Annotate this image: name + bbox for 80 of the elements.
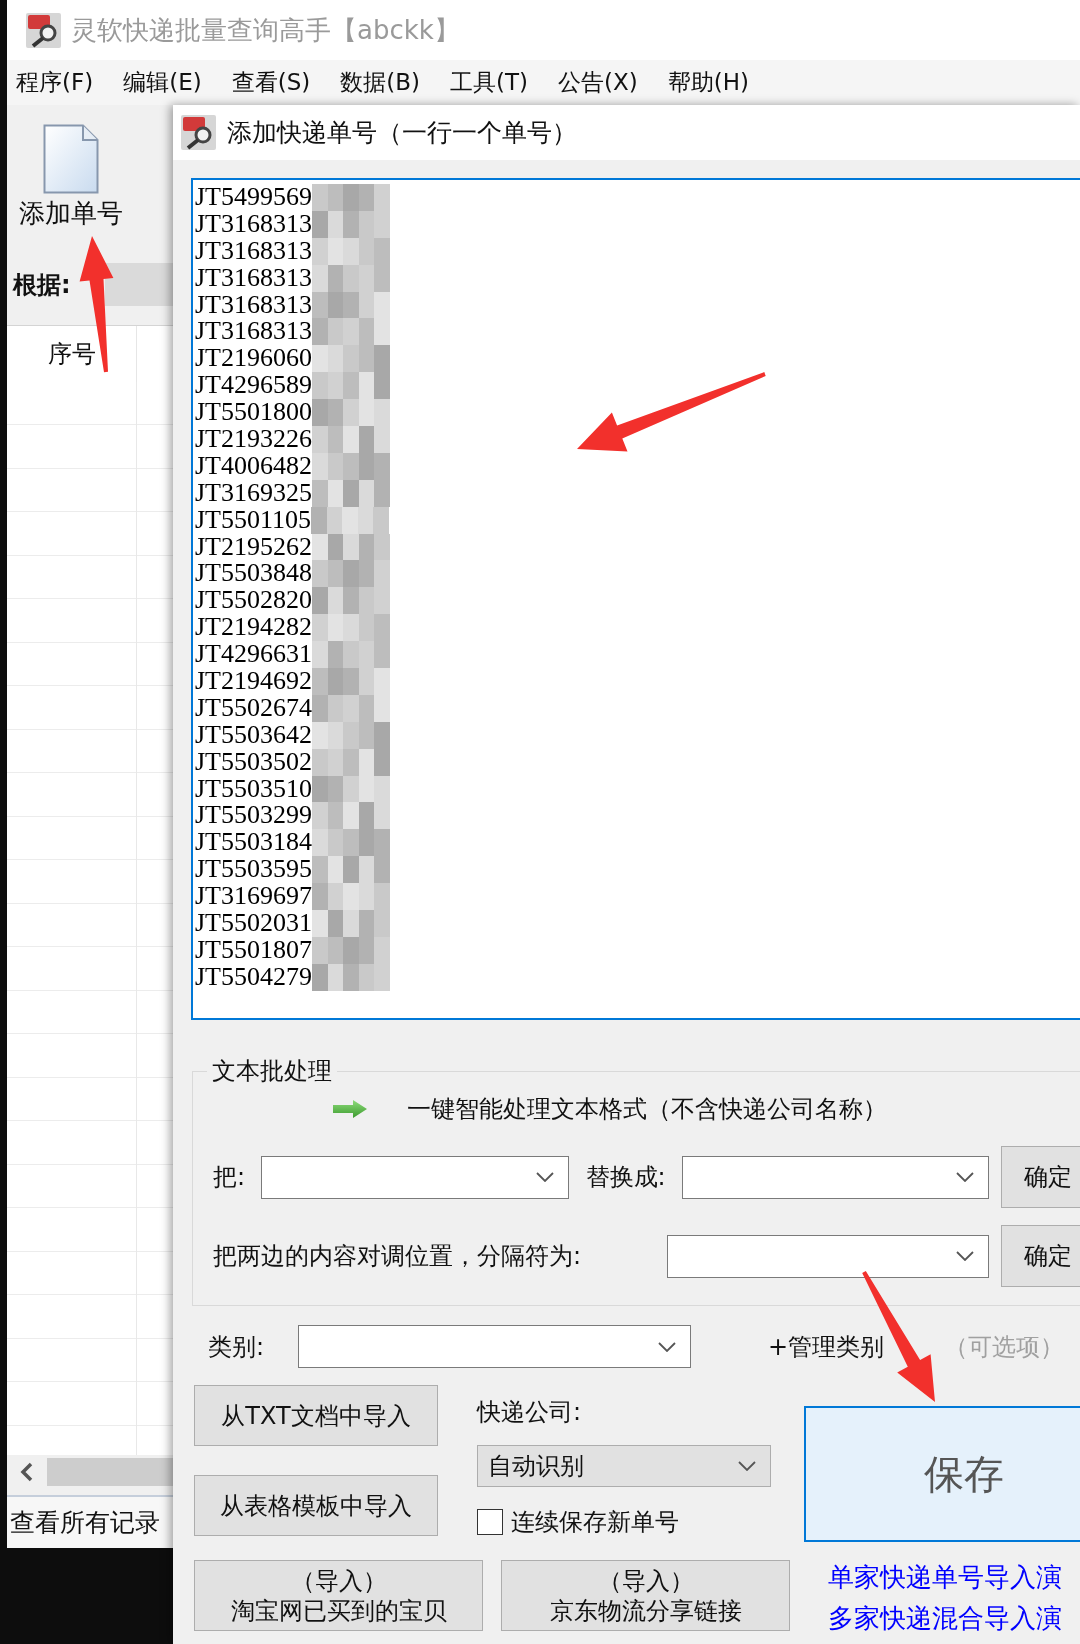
field-label: 把: xyxy=(213,1162,246,1193)
tracking-number: JT4006482 xyxy=(195,452,312,480)
tracking-number: JT3168313 xyxy=(195,291,312,319)
field-label: 快递公司: xyxy=(477,1398,583,1426)
tracking-number: JT5501800 xyxy=(195,399,312,426)
import-button[interactable]: 从TXT文档中导入 xyxy=(194,1385,438,1446)
demo-link[interactable]: 多家快递混合导入演 xyxy=(828,1598,1062,1639)
group-title: 文本批处理 xyxy=(211,1056,333,1086)
menu-item[interactable]: 公告(X) xyxy=(557,67,638,98)
app-icon xyxy=(181,115,216,150)
status-text: 查看所有记录 xyxy=(10,1507,160,1539)
category-dropdown[interactable] xyxy=(298,1325,692,1368)
manage-categories-link[interactable]: +管理类别 xyxy=(768,1330,885,1363)
chevron-down-icon[interactable] xyxy=(535,1172,554,1182)
confirm-button[interactable]: 确定 xyxy=(1001,1146,1080,1208)
tracking-number: JT3169325 xyxy=(195,479,312,507)
chevron-left-icon[interactable] xyxy=(20,1462,34,1482)
save-button[interactable]: 保存 xyxy=(804,1406,1080,1542)
dropdown-field[interactable] xyxy=(261,1155,569,1199)
arrow-right-icon xyxy=(333,1100,367,1118)
filter-label: 根据: xyxy=(13,269,71,301)
confirm-button[interactable]: 确定 xyxy=(1001,1225,1080,1287)
tracking-number: JT5503595 xyxy=(195,856,312,884)
menu-item[interactable]: 程序(F) xyxy=(16,67,94,98)
tracking-number: JT3169697 xyxy=(195,883,312,911)
dropdown-field[interactable] xyxy=(667,1234,989,1278)
menu-item[interactable]: 编辑(E) xyxy=(123,67,202,98)
optional-hint: （可选项） xyxy=(944,1331,1065,1363)
tracking-number: JT5504279 xyxy=(195,963,312,991)
checkbox[interactable] xyxy=(477,1508,503,1535)
tracking-number: JT5503510 xyxy=(195,775,312,803)
tracking-number: JT5502674 xyxy=(195,694,312,722)
tracking-number: JT5503502 xyxy=(195,748,312,776)
field-label: 把两边的内容对调位置，分隔符为: xyxy=(213,1241,583,1272)
tracking-number: JT5502820 xyxy=(195,587,312,615)
tracking-numbers-field[interactable] xyxy=(191,178,1080,1020)
tracking-number: JT5501105 xyxy=(195,506,312,534)
tracking-number: JT3168313 xyxy=(195,237,312,265)
tracking-number: JT2194282 xyxy=(195,614,312,642)
demo-link[interactable]: 单家快递单号导入演 xyxy=(828,1557,1062,1598)
tracking-number: JT5503642 xyxy=(195,721,312,749)
import-button[interactable]: （导入） 淘宝网已买到的宝贝 xyxy=(194,1560,483,1631)
window-title: 灵软快递批量查询高手【abckk】 xyxy=(71,13,460,47)
tracking-number: JT4296631 xyxy=(195,641,312,669)
app-icon xyxy=(26,12,61,48)
toolbar-button[interactable]: 添加单号 xyxy=(17,120,125,232)
menu-item[interactable]: 工具(T) xyxy=(449,67,528,98)
dropdown-field[interactable] xyxy=(681,1155,989,1199)
smart-format-link[interactable]: 一键智能处理文本格式（不含快递公司名称） xyxy=(407,1093,887,1125)
tracking-number: JT3168313 xyxy=(195,318,312,346)
tracking-number: JT2196060 xyxy=(195,345,312,373)
document-icon xyxy=(43,124,99,194)
field-label: 类别: xyxy=(208,1331,265,1363)
tracking-number: JT5503184 xyxy=(195,829,312,857)
tracking-number: JT5502031 xyxy=(195,910,312,937)
tracking-number: JT5503299 xyxy=(195,802,312,830)
tracking-number: JT2194692 xyxy=(195,668,312,695)
chevron-down-icon[interactable] xyxy=(956,1172,974,1182)
menu-item[interactable]: 查看(S) xyxy=(231,67,311,98)
menu-item[interactable]: 数据(B) xyxy=(340,67,420,98)
tracking-number: JT5501807 xyxy=(195,936,312,964)
courier-dropdown[interactable]: 自动识别 xyxy=(477,1445,771,1487)
tracking-number: JT2193226 xyxy=(195,426,312,453)
dialog-title: 添加快递单号（一行一个单号） xyxy=(227,117,577,149)
filter-field[interactable] xyxy=(105,263,173,306)
menu-item[interactable]: 帮助(H) xyxy=(667,67,749,98)
import-button[interactable]: （导入） 京东物流分享链接 xyxy=(501,1560,790,1631)
tracking-number: JT4296589 xyxy=(195,372,312,400)
tracking-number: JT3168313 xyxy=(195,210,312,238)
tracking-number: JT5503848 xyxy=(195,560,312,588)
chevron-down-icon[interactable] xyxy=(738,1461,756,1471)
chevron-down-icon[interactable] xyxy=(658,1341,677,1352)
chevron-down-icon[interactable] xyxy=(956,1251,974,1261)
field-label: 替换成: xyxy=(585,1162,666,1193)
tracking-number: JT5499569 xyxy=(195,184,312,211)
checkbox-label[interactable]: 连续保存新单号 xyxy=(511,1505,679,1538)
import-button[interactable]: 从表格模板中导入 xyxy=(194,1475,438,1536)
scrollbar-thumb[interactable] xyxy=(47,1458,173,1486)
tracking-number: JT2195262 xyxy=(195,533,312,561)
tracking-number: JT3168313 xyxy=(195,264,312,292)
